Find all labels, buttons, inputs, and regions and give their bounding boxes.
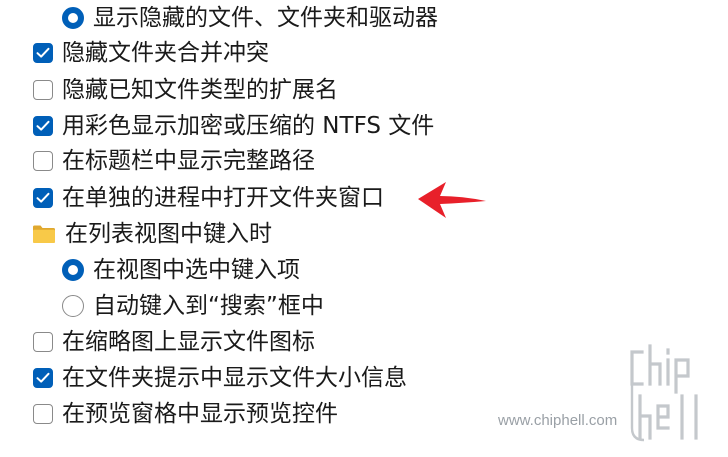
option-label: 隐藏文件夹合并冲突	[62, 40, 269, 66]
radio-checked-icon[interactable]	[62, 259, 84, 281]
checkbox-checked-icon[interactable]	[33, 43, 53, 63]
option-preview-handlers[interactable]: 在预览窗格中显示预览控件	[33, 396, 338, 432]
option-separate-process[interactable]: 在单独的进程中打开文件夹窗口	[33, 180, 384, 216]
radio-unchecked-icon[interactable]	[62, 295, 84, 317]
option-label: 在视图中选中键入项	[93, 257, 300, 283]
option-hide-known-extensions[interactable]: 隐藏已知文件类型的扩展名	[33, 72, 338, 108]
checkbox-unchecked-icon[interactable]	[33, 332, 53, 352]
checkbox-unchecked-icon[interactable]	[33, 80, 53, 100]
checkbox-checked-icon[interactable]	[33, 188, 53, 208]
option-color-encrypted-ntfs[interactable]: 用彩色显示加密或压缩的 NTFS 文件	[33, 108, 434, 144]
folder-icon	[33, 225, 55, 243]
option-show-hidden-files[interactable]: 显示隐藏的文件、文件夹和驱动器	[62, 0, 438, 36]
option-full-path-in-title[interactable]: 在标题栏中显示完整路径	[33, 143, 315, 179]
option-file-icon-on-thumbnails[interactable]: 在缩略图上显示文件图标	[33, 324, 315, 360]
option-file-size-in-tips[interactable]: 在文件夹提示中显示文件大小信息	[33, 360, 407, 396]
option-type-into-search[interactable]: 自动键入到“搜索”框中	[62, 288, 324, 324]
checkbox-checked-icon[interactable]	[33, 368, 53, 388]
option-label: 在单独的进程中打开文件夹窗口	[62, 185, 384, 211]
option-label: 在预览窗格中显示预览控件	[62, 401, 338, 427]
checkbox-unchecked-icon[interactable]	[33, 151, 53, 171]
option-label: 在文件夹提示中显示文件大小信息	[62, 365, 407, 391]
checkbox-checked-icon[interactable]	[33, 116, 53, 136]
option-label: 显示隐藏的文件、文件夹和驱动器	[93, 5, 438, 31]
option-label: 隐藏已知文件类型的扩展名	[62, 77, 338, 103]
group-typing-in-list-view: 在列表视图中键入时	[32, 216, 272, 252]
watermark-url: www.chiphell.com	[498, 412, 618, 429]
checkbox-unchecked-icon[interactable]	[33, 404, 53, 424]
red-arrow-icon	[418, 182, 486, 218]
chiphell-logo	[630, 344, 698, 442]
radio-checked-icon[interactable]	[62, 7, 84, 29]
option-label: 在缩略图上显示文件图标	[62, 329, 315, 355]
option-label: 在标题栏中显示完整路径	[62, 148, 315, 174]
option-label: 用彩色显示加密或压缩的 NTFS 文件	[62, 113, 435, 139]
option-select-typed-item[interactable]: 在视图中选中键入项	[62, 252, 300, 288]
option-hide-folder-merge-conflicts[interactable]: 隐藏文件夹合并冲突	[33, 35, 269, 71]
group-label: 在列表视图中键入时	[65, 221, 272, 247]
option-label: 自动键入到“搜索”框中	[93, 293, 324, 319]
